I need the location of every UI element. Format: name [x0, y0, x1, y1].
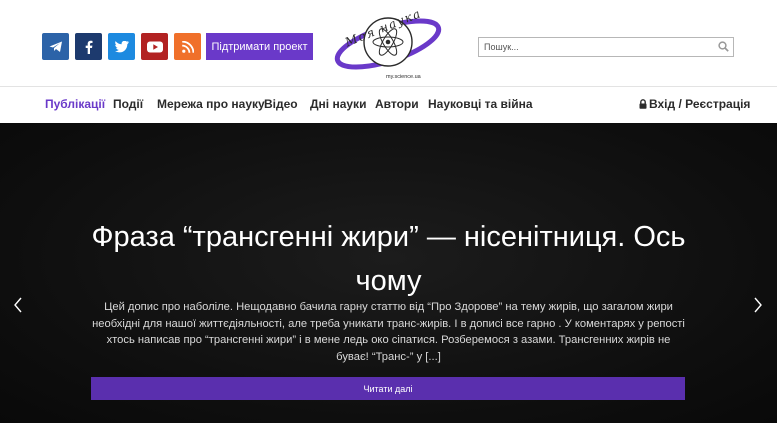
- nav-item-authors[interactable]: Автори: [375, 97, 419, 111]
- search-box: [478, 37, 734, 57]
- rss-icon: [181, 40, 194, 53]
- nav-item-events[interactable]: Події: [113, 97, 143, 111]
- youtube-button[interactable]: [141, 33, 168, 60]
- prev-slide-icon[interactable]: [13, 297, 23, 313]
- telegram-icon: [49, 41, 62, 52]
- facebook-icon: [85, 40, 92, 54]
- youtube-icon: [146, 41, 163, 52]
- hero-excerpt: Цей допис про наболіле. Нещодавно бачила…: [92, 301, 685, 363]
- hero-title[interactable]: Фраза “трансгенні жири” — нісенітниця. О…: [90, 215, 687, 303]
- rss-button[interactable]: [174, 33, 201, 60]
- next-slide-icon[interactable]: [753, 297, 763, 313]
- login-label: Вхід / Реєстрація: [649, 97, 751, 111]
- telegram-button[interactable]: [42, 33, 69, 60]
- login-link[interactable]: Вхід / Реєстрація: [639, 97, 750, 111]
- search-icon[interactable]: [718, 41, 729, 52]
- nav-item-publications[interactable]: Публікації: [45, 97, 105, 111]
- site-logo[interactable]: Моя наука my.science.ua: [332, 4, 444, 82]
- nav-item-science-network[interactable]: Мережа про науку: [157, 97, 265, 111]
- facebook-button[interactable]: [75, 33, 102, 60]
- hero-slider: Фраза “трансгенні жири” — нісенітниця. О…: [0, 123, 777, 423]
- support-project-button[interactable]: Підтримати проект: [206, 33, 313, 60]
- twitter-button[interactable]: [108, 33, 135, 60]
- lock-icon: [639, 99, 647, 109]
- site-header: Підтримати проект Моя наука my.science.u…: [0, 0, 777, 86]
- logo-subtext: my.science.ua: [386, 74, 422, 80]
- main-nav: Публікації Події Мережа про науку Відео …: [0, 86, 777, 123]
- search-input[interactable]: [479, 38, 709, 56]
- nav-item-science-days[interactable]: Дні науки: [310, 97, 366, 111]
- read-more-button[interactable]: Читати далі: [91, 377, 685, 400]
- nav-item-scientists-war[interactable]: Науковці та війна: [428, 97, 533, 111]
- twitter-icon: [114, 40, 129, 52]
- nav-item-video[interactable]: Відео: [264, 97, 298, 111]
